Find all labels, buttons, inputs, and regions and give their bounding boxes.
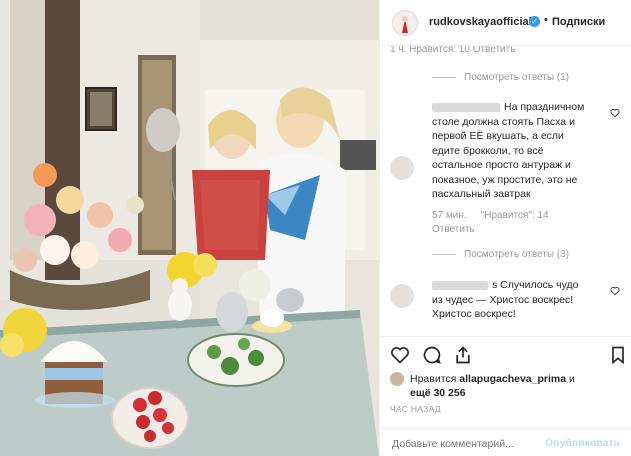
commenter-username-blurred[interactable] <box>432 102 500 112</box>
view-replies-link[interactable]: Посмотреть ответы (3) <box>432 249 569 260</box>
reply-button[interactable]: Ответить <box>432 224 475 235</box>
comment-meta: 57 мин. "Нравится": 14 <box>432 210 563 221</box>
likes-others-count[interactable]: ещё 30 256 <box>410 387 466 399</box>
comment-body: На праздничном столе должна стоять Пасха… <box>432 101 585 200</box>
post-photo[interactable] <box>0 0 379 456</box>
post-actions <box>380 336 631 372</box>
author-avatar[interactable] <box>392 10 418 36</box>
following-button[interactable]: Подписки <box>552 16 605 28</box>
post-time: ЧАС НАЗАД <box>390 404 441 414</box>
view-replies-label: Посмотреть ответы (1) <box>464 72 570 83</box>
commenter-avatar[interactable] <box>390 156 414 180</box>
comment-likes[interactable]: "Нравится": 14 <box>481 210 549 221</box>
like-comment-heart-icon[interactable] <box>610 108 620 118</box>
commenter-username-blurred[interactable] <box>432 280 488 290</box>
comment-bubble-icon[interactable] <box>422 345 442 365</box>
post-photo-image <box>0 0 379 456</box>
comment-text: s Случилось чудо из чудес — Христос воск… <box>432 278 592 322</box>
post-side-panel: rudkovskayaofficial ✓ • Подписки 1 ч. Нр… <box>379 0 631 456</box>
like-comment-heart-icon[interactable] <box>610 286 620 296</box>
post-header: rudkovskayaofficial ✓ • Подписки <box>380 0 631 46</box>
liker-username[interactable]: allapugacheva_prima <box>459 373 566 385</box>
likes-text: Нравится allapugacheva_prima и ещё 30 25… <box>410 372 622 400</box>
view-replies-label: Посмотреть ответы (3) <box>464 249 570 260</box>
publish-button[interactable]: Опубликовать <box>545 437 620 449</box>
likes-prefix: Нравится <box>410 373 457 385</box>
separator-dot: • <box>544 14 548 26</box>
truncated-comment-meta: 1 ч. Нравится: 10 Ответить <box>390 46 516 55</box>
comment-box: Опубликовать <box>380 428 631 456</box>
comment-text: На праздничном столе должна стоять Пасха… <box>432 100 592 202</box>
share-icon[interactable] <box>453 345 473 365</box>
bookmark-icon[interactable] <box>608 345 628 365</box>
reply-line <box>432 253 456 255</box>
comment-time: 57 мин. <box>432 210 467 221</box>
author-username[interactable]: rudkovskayaofficial <box>429 16 532 28</box>
comments-list[interactable]: 1 ч. Нравится: 10 Ответить Посмотреть от… <box>380 46 631 336</box>
view-replies-link[interactable]: Посмотреть ответы (1) <box>432 72 569 83</box>
liker-avatar[interactable] <box>390 372 404 386</box>
commenter-avatar[interactable] <box>390 284 414 308</box>
verified-badge-icon: ✓ <box>529 16 540 27</box>
likes-and: и <box>569 373 575 385</box>
reply-line <box>432 76 456 78</box>
like-heart-icon[interactable] <box>390 345 410 365</box>
comment-input[interactable] <box>390 437 544 451</box>
